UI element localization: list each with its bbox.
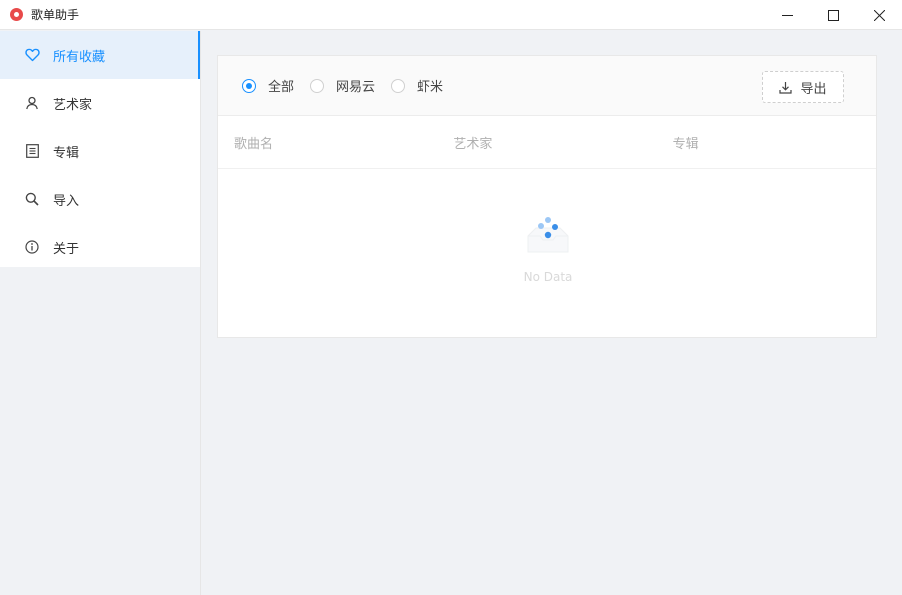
sidebar-item-label: 所有收藏 (53, 49, 106, 65)
maximize-button[interactable] (810, 0, 856, 30)
filter-radio-label: 网易云 (336, 80, 376, 95)
sidebar-item-label: 艺术家 (53, 97, 93, 113)
filter-bar: 全部 网易云 虾米 导出 (218, 56, 876, 116)
radio-unchecked-icon (310, 78, 325, 93)
filter-radio-all[interactable]: 全部 (242, 76, 294, 95)
search-icon (24, 191, 40, 207)
export-button[interactable]: 导出 (762, 71, 844, 103)
sidebar-item-all-favorites[interactable]: 所有收藏 (0, 31, 201, 79)
sidebar-item-artists[interactable]: 艺术家 (0, 79, 200, 127)
export-button-label: 导出 (800, 81, 827, 97)
radio-unchecked-icon (391, 78, 406, 93)
app-logo-icon (10, 8, 23, 21)
filter-radio-netease[interactable]: 网易云 (310, 76, 375, 95)
close-button[interactable] (856, 0, 902, 30)
empty-box-icon (524, 216, 572, 256)
sidebar-item-about[interactable]: 关于 (0, 223, 200, 271)
column-header-album: 专辑 (672, 136, 699, 152)
download-icon (779, 81, 793, 94)
close-icon (873, 9, 885, 21)
title-bar: 歌单助手 (0, 0, 902, 30)
maximize-icon (827, 9, 839, 21)
favorites-panel: 全部 网易云 虾米 导出 歌曲名 艺术家 专辑 No Data (217, 55, 877, 338)
window-controls (764, 0, 902, 30)
sidebar-item-label: 导入 (53, 193, 80, 209)
filter-radio-label: 全部 (268, 80, 295, 95)
minimize-icon (781, 14, 793, 16)
empty-state: No Data (218, 216, 878, 296)
sidebar-divider (200, 31, 201, 595)
sidebar-empty-area (0, 267, 200, 595)
empty-state-text: No Data (523, 270, 573, 284)
album-icon (24, 143, 40, 159)
filter-radio-label: 虾米 (417, 80, 444, 95)
sidebar-item-albums[interactable]: 专辑 (0, 127, 200, 175)
sidebar-item-import[interactable]: 导入 (0, 175, 200, 223)
table-header: 歌曲名 艺术家 专辑 (218, 116, 876, 169)
user-icon (24, 95, 40, 111)
sidebar: 所有收藏 艺术家 专辑 导入 关于 (0, 31, 201, 267)
sidebar-item-label: 关于 (53, 241, 80, 257)
filter-radio-xiami[interactable]: 虾米 (391, 76, 443, 95)
column-header-song: 歌曲名 (234, 136, 274, 152)
minimize-button[interactable] (764, 0, 810, 30)
info-icon (24, 239, 40, 255)
radio-checked-icon (242, 78, 256, 93)
heart-icon (24, 47, 40, 63)
window-title: 歌单助手 (31, 8, 80, 22)
sidebar-item-label: 专辑 (53, 145, 80, 161)
column-header-artist: 艺术家 (453, 136, 493, 152)
